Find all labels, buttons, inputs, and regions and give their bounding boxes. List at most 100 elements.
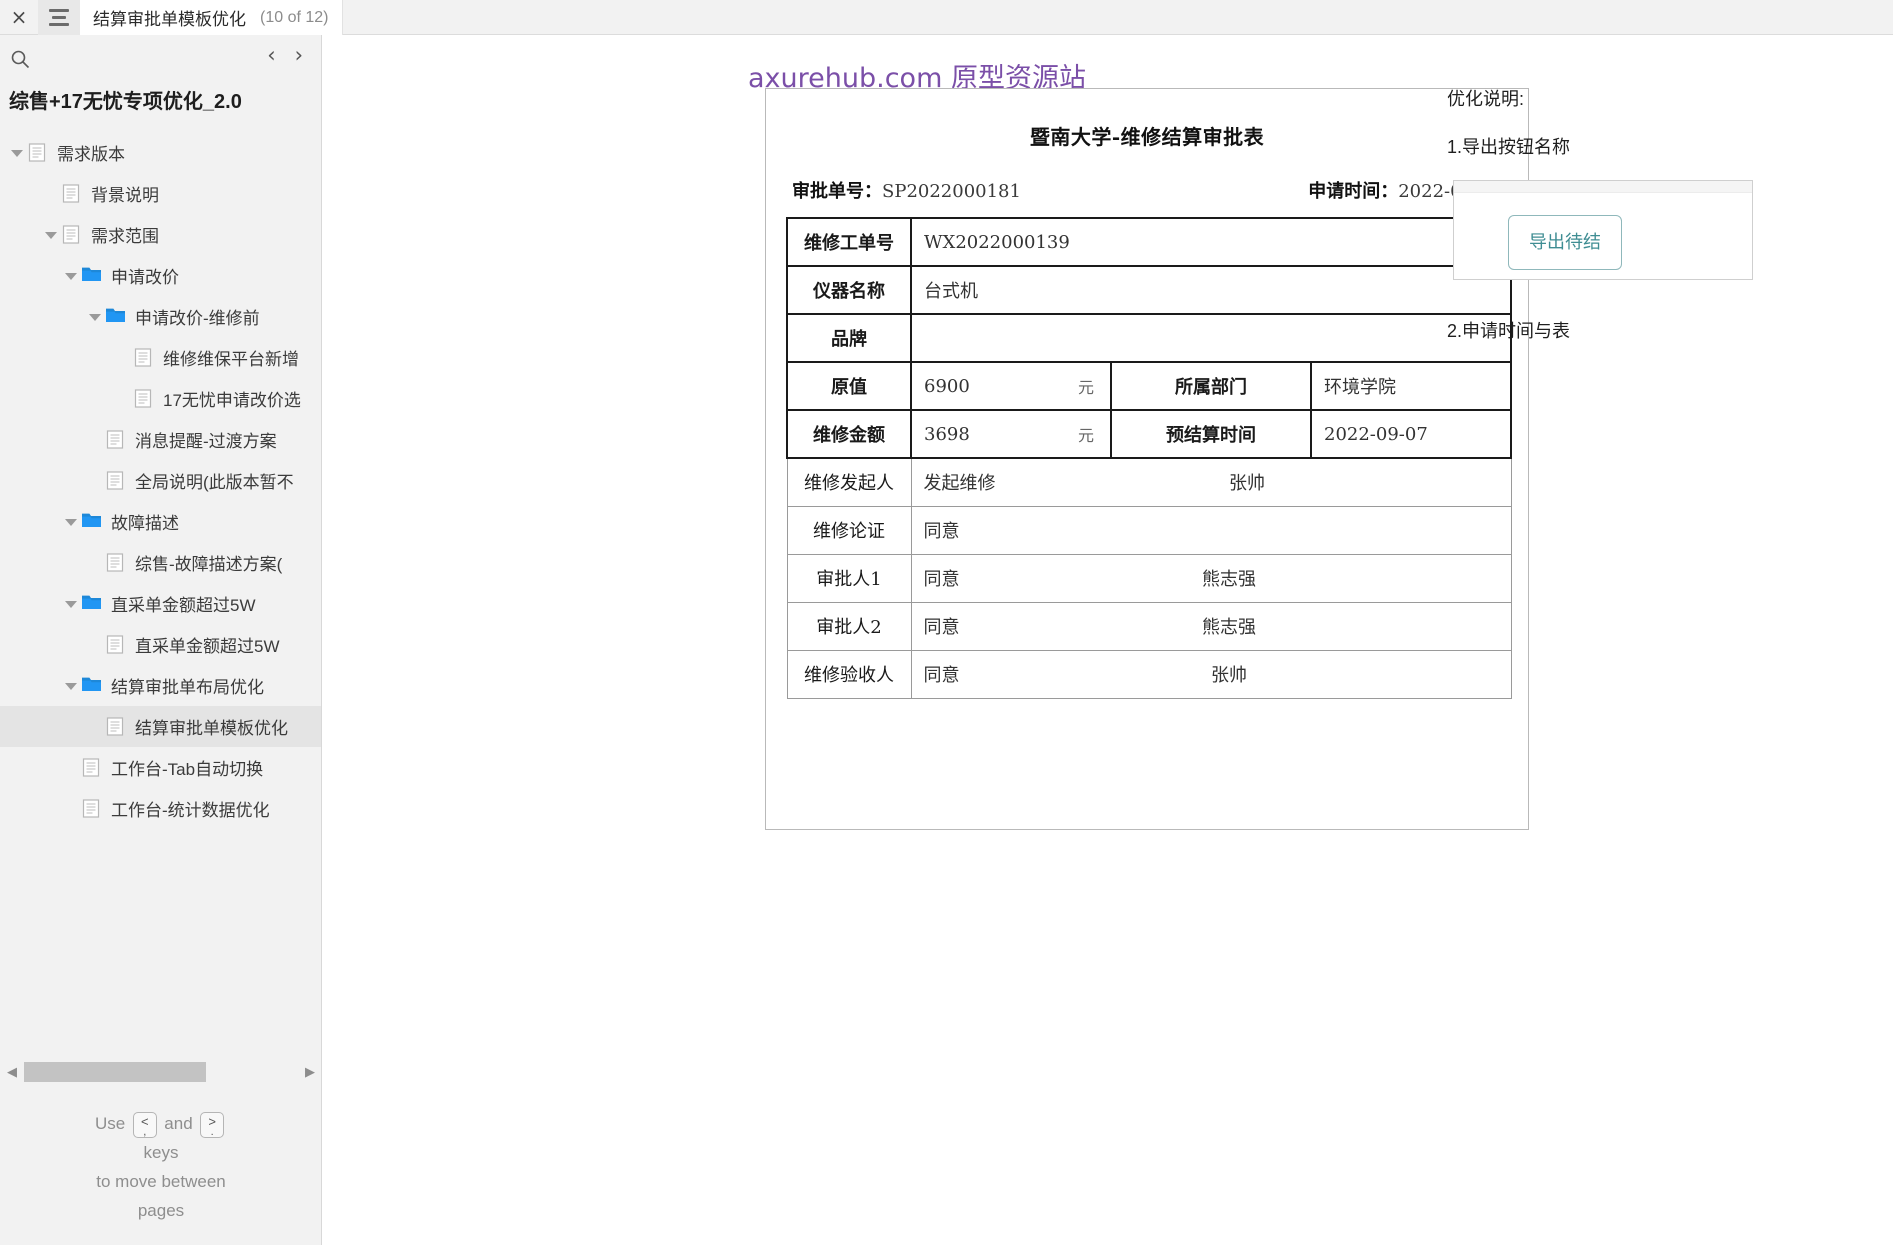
tree-item-label: 综售-故障描述方案(: [135, 555, 283, 574]
form-row-label: 审批人1: [786, 553, 912, 603]
form-row-value-secondary: 环境学院: [1310, 361, 1512, 411]
project-title: 综售+17无忧专项优化_2.0: [9, 91, 242, 113]
tab-page-counter: (10 of 12): [260, 8, 329, 26]
tree-item-label: 消息提醒-过渡方案: [135, 432, 277, 451]
scroll-right-icon[interactable]: ▶: [298, 1065, 321, 1080]
form-row: 维修工单号 WX2022000139: [786, 217, 1512, 267]
form-row-label: 维修发起人: [786, 457, 912, 507]
chevron-down-icon[interactable]: [64, 597, 78, 611]
tree-item-12[interactable]: 直采单金额超过5W: [0, 624, 321, 665]
notes-item-2: 2.申请时间与表: [1447, 321, 1571, 342]
hamburger-menu-icon[interactable]: [38, 0, 80, 35]
folder-icon: [82, 266, 102, 286]
next-page-icon[interactable]: ›: [295, 45, 303, 66]
top-tab-bar: × 结算审批单模板优化 (10 of 12): [0, 0, 1893, 35]
notes-item-1: 1.导出按钮名称: [1447, 137, 1571, 158]
form-row-value: 同意: [923, 569, 960, 590]
tree-item-1[interactable]: 背景说明: [0, 173, 321, 214]
tree-item-16[interactable]: 工作台-统计数据优化: [0, 788, 321, 829]
form-row-value-cell: 6900 元: [910, 361, 1112, 411]
form-row-label: 维修工单号: [786, 217, 912, 267]
prev-page-icon[interactable]: ‹: [267, 45, 275, 66]
tree-item-label: 申请改价-维修前: [135, 309, 260, 328]
chevron-down-icon[interactable]: [10, 146, 24, 160]
form-row-value: 发起维修: [923, 473, 996, 495]
form-row-unit: 元: [1077, 426, 1094, 445]
tree-item-14[interactable]: 结算审批单模板优化: [0, 706, 321, 747]
apply-time-label: 申请时间：: [1308, 181, 1399, 202]
form-row-value-cell: 同意 张帅: [910, 649, 1512, 699]
form-row-label: 品牌: [786, 313, 912, 363]
folder-icon: [82, 512, 102, 532]
form-row: 仪器名称 台式机: [786, 265, 1512, 315]
form-row: 维修论证 同意: [786, 505, 1512, 555]
scrollbar-thumb[interactable]: [24, 1062, 206, 1082]
close-icon[interactable]: ×: [0, 0, 38, 34]
export-pending-settlement-button[interactable]: 导出待结: [1508, 215, 1622, 270]
form-row-value: 同意: [923, 665, 960, 686]
form-row-value-cell: 3698 元: [910, 409, 1112, 459]
sidebar-horizontal-scrollbar[interactable]: ◀ ▶: [0, 1059, 321, 1085]
tree-item-10[interactable]: 综售-故障描述方案(: [0, 542, 321, 583]
chevron-down-icon[interactable]: [44, 228, 58, 242]
form-row-value: 台式机: [924, 281, 978, 302]
tree-item-15[interactable]: 工作台-Tab自动切换: [0, 747, 321, 788]
tree-item-6[interactable]: 17无忧申请改价选: [0, 378, 321, 419]
chevron-down-icon[interactable]: [88, 310, 102, 324]
optimization-notes-panel: 优化说明: 1.导出按钮名称 导出待结 2.申请时间与表: [1447, 82, 1753, 349]
form-row-label-secondary: 所属部门: [1110, 361, 1312, 411]
form-title: 暨南大学-维修结算审批表: [1029, 125, 1265, 149]
tree-item-label: 17无忧申请改价选: [163, 391, 301, 410]
form-row-value-cell: 发起维修 张帅: [910, 457, 1512, 507]
form-row-value-cell: WX2022000139: [910, 217, 1512, 267]
tab-settlement-template[interactable]: 结算审批单模板优化 (10 of 12): [38, 0, 344, 35]
form-row-value: 6900: [924, 375, 970, 397]
key-next-sub-glyph: .: [210, 1125, 214, 1138]
tree-item-8[interactable]: 全局说明(此版本暂不: [0, 460, 321, 501]
key-next-icon: > .: [200, 1111, 224, 1138]
tree-item-0[interactable]: 需求版本: [0, 132, 321, 173]
tree-item-label: 工作台-Tab自动切换: [111, 760, 264, 779]
page-icon: [106, 716, 126, 737]
form-row-value-secondary: 2022-09-07: [1310, 409, 1512, 459]
keyboard-hint: Use < , and > . keys to move between pag…: [0, 1109, 321, 1225]
tree-item-7[interactable]: 消息提醒-过渡方案: [0, 419, 321, 460]
page-tree: 需求版本背景说明需求范围 申请改价申请改价-维修前维修维保平台新增 17无忧申请改价…: [0, 132, 321, 829]
tree-item-13[interactable]: 结算审批单布局优化: [0, 665, 321, 706]
tree-item-5[interactable]: 维修维保平台新增: [0, 337, 321, 378]
tree-item-9[interactable]: 故障描述: [0, 501, 321, 542]
chevron-down-icon[interactable]: [64, 515, 78, 529]
page-icon: [134, 388, 154, 409]
form-row-value-cell: 同意 熊志强: [910, 601, 1512, 651]
hint-line-3: to move between: [96, 1172, 226, 1191]
form-row-unit: 元: [1077, 378, 1094, 397]
form-row-label: 维修金额: [786, 409, 912, 459]
form-row-label-secondary: 预结算时间: [1110, 409, 1312, 459]
hint-line-2: keys: [143, 1143, 179, 1162]
notes-title: 优化说明:: [1447, 89, 1525, 109]
form-row-value: 同意: [923, 521, 960, 542]
key-prev-icon: < ,: [132, 1111, 157, 1138]
tree-item-label: 背景说明: [91, 186, 159, 205]
approval-no-label: 审批单号：: [792, 181, 882, 202]
form-row: 审批人2 同意 熊志强: [786, 601, 1512, 651]
scroll-left-icon[interactable]: ◀: [0, 1065, 24, 1080]
search-icon[interactable]: [5, 44, 35, 74]
tree-item-2[interactable]: 需求范围: [0, 214, 321, 255]
tree-item-4[interactable]: 申请改价-维修前: [0, 296, 321, 337]
form-row-value-cell: 台式机: [910, 265, 1512, 315]
chevron-down-icon[interactable]: [64, 269, 78, 283]
tree-item-3[interactable]: 申请改价: [0, 255, 321, 296]
form-row-person: 熊志强: [1202, 617, 1256, 638]
form-meta-row: 审批单号：SP2022000181 申请时间：2022-09-12: [786, 177, 1508, 203]
tree-item-11[interactable]: 直采单金额超过5W: [0, 583, 321, 624]
chevron-down-icon[interactable]: [64, 679, 78, 693]
tab-title: 结算审批单模板优化: [93, 10, 246, 29]
form-row-label: 审批人2: [786, 601, 912, 651]
tree-item-label: 直采单金额超过5W: [135, 637, 280, 656]
scrollbar-track[interactable]: [24, 1059, 298, 1085]
hint-line-4: pages: [137, 1201, 185, 1220]
tree-item-label: 结算审批单布局优化: [111, 678, 264, 697]
page-icon: [134, 347, 154, 368]
tree-item-label: 需求版本: [57, 145, 125, 164]
